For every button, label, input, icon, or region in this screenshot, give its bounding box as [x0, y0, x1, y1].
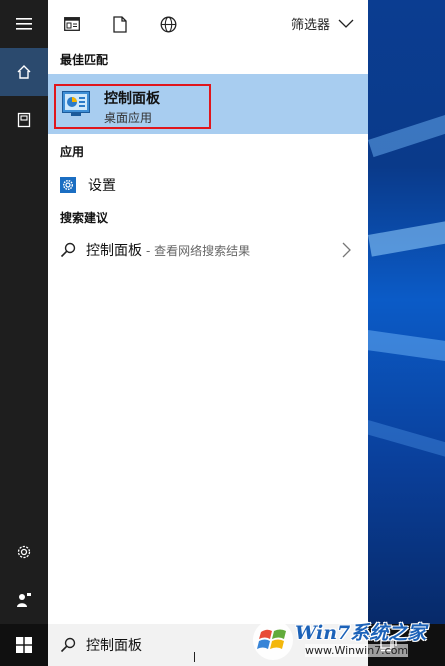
section-search-suggestions: 搜索建议 — [60, 211, 109, 225]
best-match-result[interactable]: 控制面板 桌面应用 — [48, 74, 368, 134]
start-left-rail — [0, 0, 48, 666]
light-beam — [368, 102, 445, 158]
window-apps-icon — [64, 17, 80, 31]
filter-dropdown[interactable]: 筛选器 — [291, 14, 354, 33]
suggestion-hint: - 查看网络搜索结果 — [146, 243, 251, 258]
taskbar-search-box[interactable] — [48, 624, 368, 666]
search-icon — [60, 637, 76, 653]
windows-logo-icon — [16, 637, 32, 653]
taskbar — [0, 624, 445, 666]
suggestion-query: 控制面板 — [86, 243, 142, 259]
notebook-icon — [17, 112, 31, 128]
taskbar-search-input[interactable] — [86, 637, 286, 653]
text-cursor — [194, 652, 195, 662]
search-icon — [60, 242, 76, 258]
settings-app-label: 设置 — [88, 178, 116, 194]
web-suggestion-result[interactable]: 控制面板 - 查看网络搜索结果 — [48, 232, 368, 268]
light-beam — [368, 214, 445, 257]
settings-gear-icon — [60, 177, 76, 193]
document-icon — [113, 15, 127, 33]
task-view-button[interactable] — [380, 636, 398, 656]
section-apps: 应用 — [60, 145, 85, 159]
settings-button[interactable] — [0, 528, 48, 576]
chevron-right-icon[interactable] — [342, 242, 352, 258]
hamburger-menu-button[interactable] — [0, 0, 48, 48]
desktop-wallpaper — [368, 0, 445, 666]
search-results-panel: 筛选器 最佳匹配 控制面板 桌面应用 应用 设置 搜索建议 控制面板 - 查看网… — [48, 0, 368, 624]
feedback-person-icon — [17, 593, 31, 607]
web-filter-button[interactable] — [158, 14, 178, 34]
task-view-icon — [380, 638, 397, 652]
annotation-highlight-box — [54, 84, 211, 129]
chevron-down-icon — [338, 19, 354, 28]
light-beam — [368, 330, 445, 367]
filter-label: 筛选器 — [290, 18, 330, 33]
globe-icon — [160, 16, 176, 32]
feedback-button[interactable] — [0, 576, 48, 624]
home-button[interactable] — [0, 48, 48, 96]
light-beam — [368, 420, 445, 467]
hamburger-icon — [16, 18, 32, 30]
results-toolbar: 筛选器 — [48, 0, 368, 48]
settings-app-result[interactable]: 设置 — [48, 166, 368, 204]
start-button[interactable] — [0, 624, 48, 666]
documents-filter-button[interactable] — [110, 14, 130, 34]
gear-icon — [17, 545, 31, 559]
home-icon — [17, 65, 31, 79]
notebook-button[interactable] — [0, 96, 48, 144]
section-best-match: 最佳匹配 — [60, 53, 109, 67]
apps-filter-button[interactable] — [62, 14, 82, 34]
